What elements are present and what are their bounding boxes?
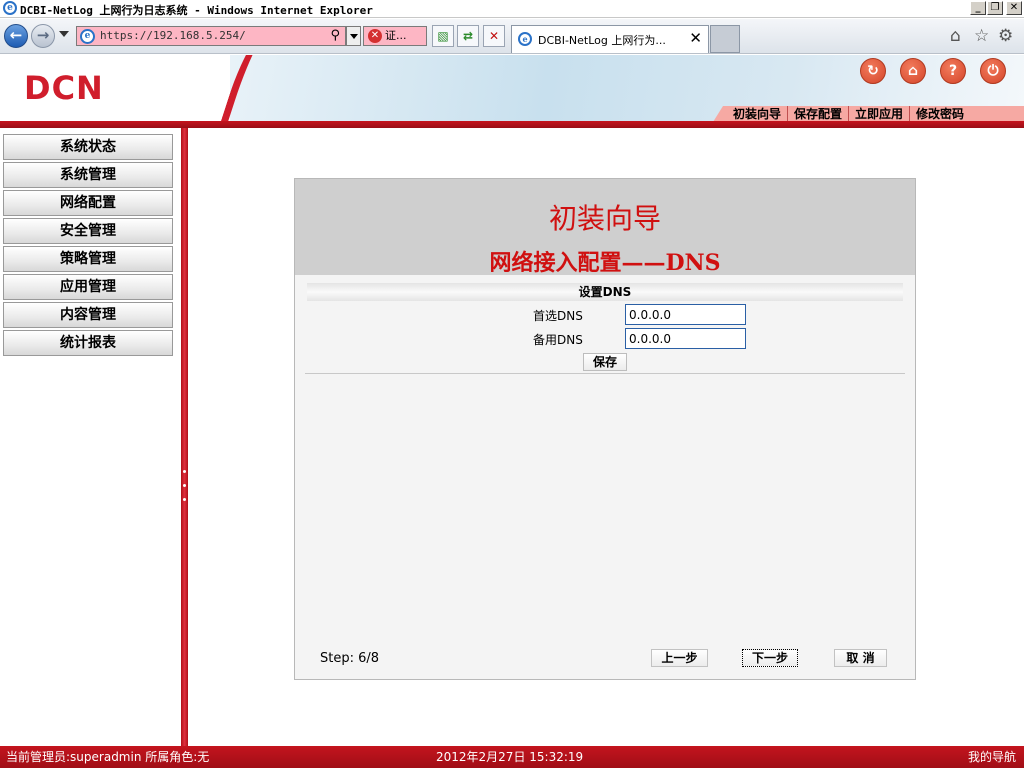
maximize-button[interactable]: ❐ — [987, 1, 1003, 15]
logout-icon[interactable]: ⏻ — [980, 58, 1006, 84]
window-controls: _ ❐ ✕ — [970, 1, 1022, 15]
next-step-button[interactable]: 下一步 — [742, 649, 798, 667]
sidebar-splitter[interactable] — [181, 128, 188, 746]
secondary-dns-input[interactable] — [625, 328, 746, 349]
home-icon[interactable]: ⌂ — [900, 58, 926, 84]
current-admin-status: 当前管理员:superadmin 所属角色:无 — [6, 750, 210, 764]
splitter-grip-icon — [183, 498, 186, 501]
sidebar-item-security[interactable]: 安全管理 — [3, 218, 173, 244]
browser-toolbar: ← → e https://192.168.5.254/ ⚲ ✕ 证... ▧ ⇄… — [0, 19, 1024, 54]
quick-link-setup-wizard[interactable]: 初装向导 — [727, 106, 789, 122]
status-datetime: 2012年2月27日 15:32:19 — [436, 750, 584, 764]
dns-section-title: 设置DNS — [307, 283, 903, 301]
header-divider — [0, 121, 1024, 128]
certificate-error-icon: ✕ — [368, 29, 382, 43]
forward-button[interactable]: → — [31, 24, 55, 48]
close-window-button[interactable]: ✕ — [1006, 1, 1022, 15]
window-title: DCBI-NetLog 上网行为日志系统 - Windows Internet … — [20, 4, 373, 17]
page-icon: e — [80, 29, 95, 44]
primary-dns-input[interactable] — [625, 304, 746, 325]
favorites-star-icon[interactable]: ☆ — [974, 26, 989, 46]
wizard-header: 初装向导 网络接入配置——DNS — [295, 179, 915, 276]
sidebar-item-system-status[interactable]: 系统状态 — [3, 134, 173, 160]
my-navigation-link[interactable]: 我的导航 — [968, 747, 1016, 767]
status-bar: 当前管理员:superadmin 所属角色:无 2012年2月27日 15:32… — [0, 746, 1024, 768]
sidebar-item-reports[interactable]: 统计报表 — [3, 330, 173, 356]
window-titlebar: e DCBI-NetLog 上网行为日志系统 - Windows Interne… — [0, 0, 1024, 18]
tab-label: DCBI-NetLog 上网行为... — [538, 34, 666, 47]
previous-step-button[interactable]: 上一步 — [651, 649, 708, 667]
help-icon[interactable]: ? — [940, 58, 966, 84]
sidebar-item-content[interactable]: 内容管理 — [3, 302, 173, 328]
refresh-icon-browser: ⇄ — [462, 29, 474, 43]
sidebar-menu: 系统状态 系统管理 网络配置 安全管理 策略管理 应用管理 内容管理 统计报表 — [0, 128, 181, 746]
history-dropdown-icon[interactable] — [59, 31, 69, 37]
sidebar-item-policy[interactable]: 策略管理 — [3, 246, 173, 272]
quick-link-change-password[interactable]: 修改密码 — [910, 106, 970, 122]
browser-tab[interactable]: e DCBI-NetLog 上网行为... ✕ — [511, 25, 709, 53]
cancel-button[interactable]: 取 消 — [834, 649, 887, 667]
address-dropdown-button[interactable] — [346, 26, 361, 46]
arrow-left-icon: ← — [9, 26, 23, 44]
browser-home-icon[interactable]: ⌂ — [950, 26, 961, 46]
wizard-subtitle: 网络接入配置——DNS — [489, 250, 721, 276]
splitter-grip-icon — [183, 470, 186, 473]
sidebar-item-system-management[interactable]: 系统管理 — [3, 162, 173, 188]
search-icon[interactable]: ⚲ — [330, 28, 340, 43]
tab-page-icon: e — [518, 32, 532, 46]
wizard-step-indicator: Step: 6/8 — [320, 651, 380, 666]
stop-icon: ✕ — [488, 29, 500, 43]
splitter-grip-icon — [183, 484, 186, 487]
address-url[interactable]: https://192.168.5.254/ — [100, 29, 246, 42]
sidebar-item-network-config[interactable]: 网络配置 — [3, 190, 173, 216]
quick-link-apply-now[interactable]: 立即应用 — [849, 106, 911, 122]
new-tab-button[interactable] — [710, 25, 740, 53]
stop-button[interactable]: ✕ — [483, 25, 505, 47]
compatibility-view-button[interactable]: ▧ — [432, 25, 454, 47]
arrow-right-icon: → — [36, 26, 50, 44]
quick-link-save-config[interactable]: 保存配置 — [788, 106, 850, 122]
address-bar[interactable]: e https://192.168.5.254/ ⚲ — [76, 26, 346, 46]
setup-wizard-panel: 初装向导 网络接入配置——DNS 设置DNS 首选DNS 备用DNS 保存 St… — [294, 178, 916, 680]
app-header: DCN ↻ ⌂ ? ⏻ 初装向导 保存配置 立即应用 修改密码 — [0, 55, 1024, 128]
back-button[interactable]: ← — [4, 24, 28, 48]
sidebar-item-application[interactable]: 应用管理 — [3, 274, 173, 300]
save-dns-button[interactable]: 保存 — [583, 353, 627, 371]
primary-dns-label: 首选DNS — [533, 309, 583, 323]
wizard-title: 初装向导 — [548, 202, 661, 235]
certificate-error-button[interactable]: ✕ 证... — [363, 26, 427, 46]
refresh-icon[interactable]: ↻ — [860, 58, 886, 84]
quick-links-bar: 初装向导 保存配置 立即应用 修改密码 — [713, 106, 1024, 122]
refresh-button[interactable]: ⇄ — [457, 25, 479, 47]
certificate-label: 证... — [385, 29, 407, 42]
minimize-button[interactable]: _ — [970, 1, 986, 15]
secondary-dns-label: 备用DNS — [533, 333, 583, 347]
main-content: 初装向导 网络接入配置——DNS 设置DNS 首选DNS 备用DNS 保存 St… — [188, 128, 1024, 746]
dcn-logo: DCN — [24, 69, 104, 107]
ie-logo-icon: e — [3, 1, 17, 15]
wizard-divider — [305, 373, 905, 374]
tools-gear-icon[interactable]: ⚙ — [998, 26, 1013, 46]
compatibility-view-icon: ▧ — [437, 29, 449, 43]
tab-close-icon[interactable]: ✕ — [689, 29, 702, 47]
